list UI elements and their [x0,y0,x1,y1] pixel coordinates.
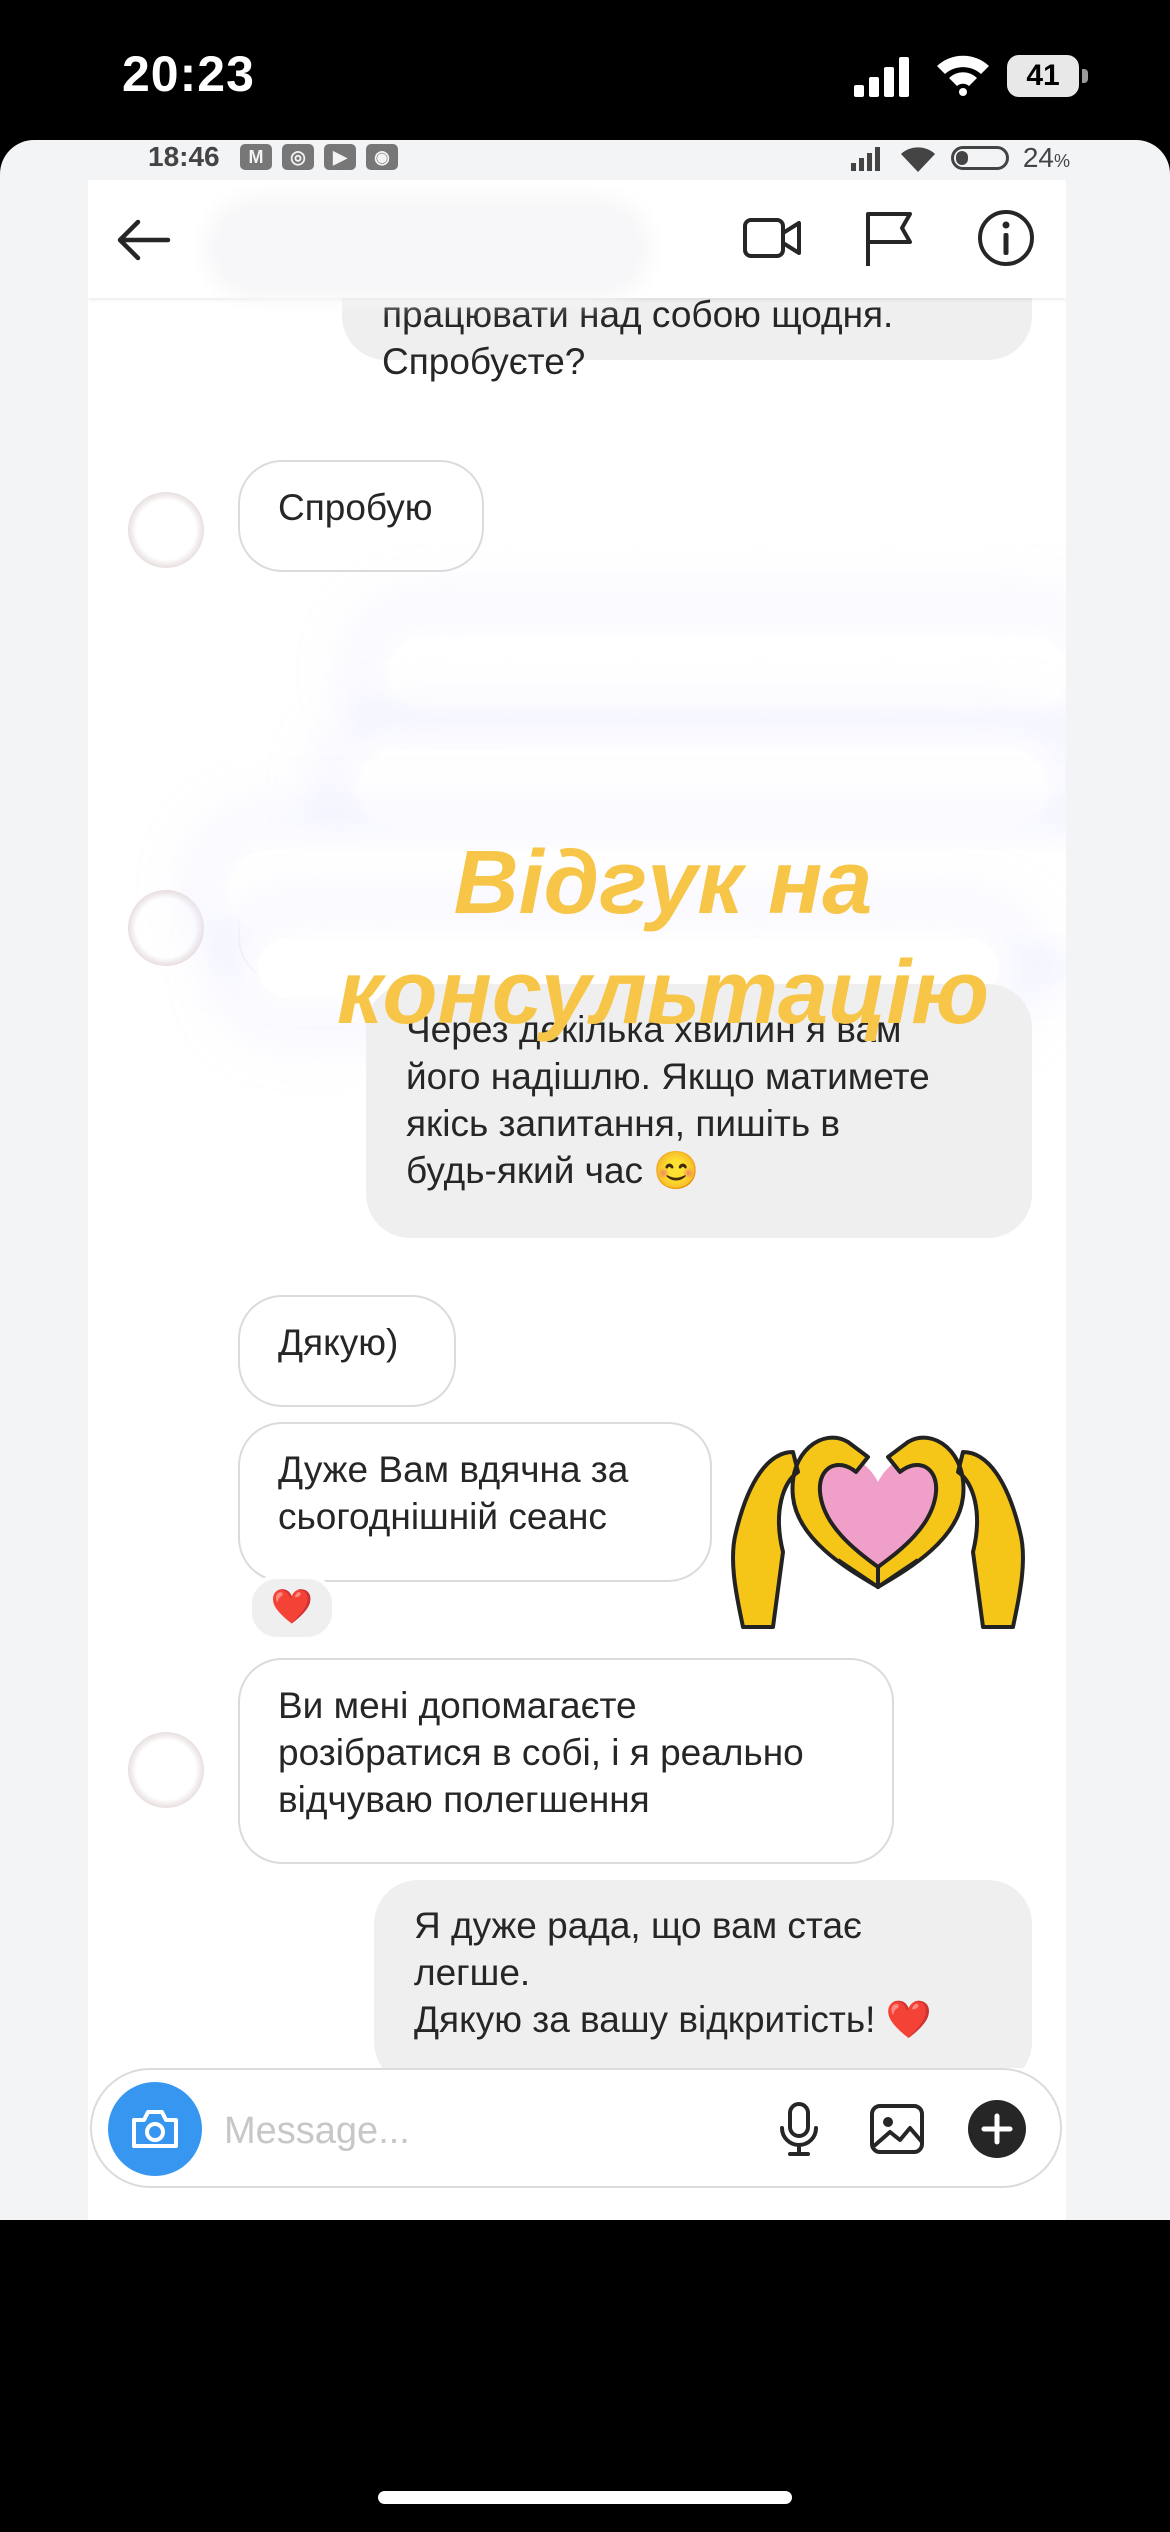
wifi-icon [937,55,989,96]
redaction-smudge [388,638,1066,708]
message-incoming[interactable]: Дуже Вам вдячна за сьогоднішній сеанс [238,1422,712,1582]
android-battery-level: 24 [1022,142,1054,173]
android-battery-icon [950,146,1009,170]
avatar[interactable] [128,890,204,966]
battery-icon: 41 [1007,55,1088,97]
chat-screen: не буду. Це для тих, хто хоче працювати … [88,180,1066,2220]
android-wifi-icon [900,147,935,172]
message-incoming[interactable]: Ви мені допомагаєте розібратися в собі, … [238,1658,894,1864]
message-incoming[interactable]: Спробую [238,460,484,572]
screenshot-card: 18:46 M ◎ ▶ ◉ 24% працювати над собою що… [0,140,1170,2220]
youtube-icon: ▶ [324,144,356,170]
flag-icon[interactable] [856,206,920,270]
plus-icon[interactable] [966,2098,1028,2160]
ios-status-bar: 20:23 41 [0,0,1170,140]
cellular-signal-icon [854,57,909,97]
redaction-smudge [358,750,1048,826]
ios-time: 20:23 [122,46,255,102]
heart-hands-sticker[interactable] [728,1412,1028,1632]
contact-name-redacted[interactable] [218,210,638,286]
message-outgoing[interactable]: Я дуже рада, що вам стає легше. Дякую за… [374,1880,1032,2086]
review-overlay-title: Відгук на консультацію [336,833,990,1043]
video-call-icon[interactable] [740,206,804,270]
back-arrow-icon[interactable] [112,208,176,272]
info-icon[interactable] [974,206,1038,270]
microphone-icon[interactable] [768,2098,830,2160]
message-incoming[interactable]: Дякую) [238,1295,456,1407]
android-time: 18:46 [148,141,220,172]
instagram-icon: ◎ [282,144,314,170]
gmail-icon: M [240,144,272,170]
camera-icon [132,2110,178,2148]
message-input[interactable] [222,2100,726,2162]
android-signal-icon [850,147,880,171]
home-indicator[interactable] [378,2491,792,2504]
android-status-bar: 18:46 M ◎ ▶ ◉ 24% [0,140,1170,180]
camera-button[interactable] [108,2082,202,2176]
avatar[interactable] [128,492,204,568]
gallery-icon[interactable] [866,2098,928,2160]
heart-reaction[interactable]: ❤️ [248,1575,336,1641]
composer-box [90,2068,1062,2188]
message-composer [88,2068,1066,2188]
battery-percent-sign: % [1053,151,1070,171]
avatar[interactable] [128,1732,204,1808]
battery-level: 41 [1007,55,1079,97]
chat-header [88,180,1066,298]
notification-app-icon: ◉ [366,144,398,170]
